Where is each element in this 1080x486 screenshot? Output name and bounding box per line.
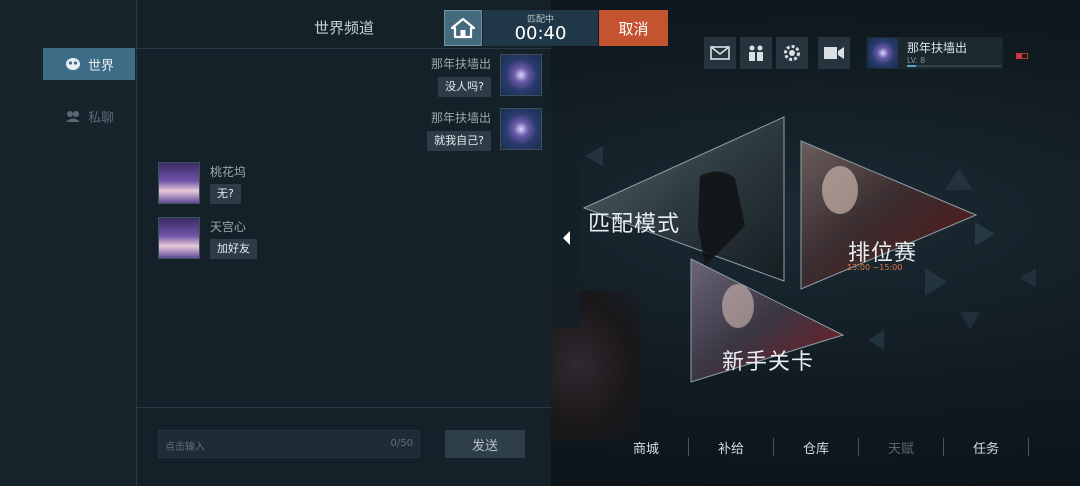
player-level: LV. 8 [907,56,926,65]
video-icon [824,47,844,59]
message-text: 无? [210,184,241,204]
tab-world[interactable]: 世界 [43,48,135,80]
player-name: 那年扶墙出 [907,41,968,55]
decor-triangle [960,312,980,330]
chat-title: 世界频道 [314,19,375,37]
match-timer: 匹配中 00:40 [483,10,598,46]
tab-label: 私聊 [87,110,114,126]
emblem-avatar[interactable] [500,54,542,96]
message-sender: 那年扶墙出 [430,57,491,71]
message-text: 没人吗? [438,77,491,97]
mode-schedule: 13:00 ~15:00 [847,263,903,272]
settings-icon [784,45,800,61]
message-sender: 天宫心 [210,220,247,234]
settings-button[interactable] [776,37,808,69]
video-button[interactable] [818,37,850,69]
chat-input-placeholder: 点击输入 [165,442,205,453]
home-button[interactable] [444,10,482,46]
matchmaking-bar: 匹配中 00:40 取消 [444,10,668,46]
cancel-button[interactable]: 取消 [599,10,668,46]
girl-avatar[interactable] [158,217,200,259]
emblem-avatar[interactable] [500,108,542,150]
mode-tutorial[interactable]: 新手关卡 [690,258,845,383]
friends-icon [749,45,763,61]
nav-warehouse[interactable]: 仓库 [774,438,858,457]
decor-triangle [1020,268,1036,288]
nav-talent[interactable]: 天赋 [859,438,943,457]
mode-label: 匹配模式 [588,212,681,237]
mail-icon [710,46,730,60]
tab-private-chat[interactable]: 私聊 [43,100,135,132]
message-sender: 那年扶墙出 [430,111,491,125]
xp-bar-fill [907,65,917,67]
player-avatar [868,38,898,68]
decor-triangle [868,330,884,350]
channel-tab-column: 世界 私聊 [0,0,137,486]
collapse-chat-button[interactable] [551,148,580,328]
char-counter: 0/50 [390,438,413,449]
send-button[interactable]: 发送 [445,430,525,458]
girl-avatar[interactable] [158,162,200,204]
nav-supply[interactable]: 补给 [689,438,773,457]
private-chat-icon [65,111,80,122]
world-icon [65,58,80,70]
chat-input[interactable]: 点击输入 0/50 [158,430,420,458]
match-time: 00:40 [514,23,567,44]
home-icon [450,17,476,39]
mode-label: 新手关卡 [722,350,815,375]
chat-panel: 世界频道 那年扶墙出 没人吗? 那年扶墙出 就我自己? 桃花坞 无? 天宫心 加… [137,0,551,486]
mail-button[interactable] [704,37,736,69]
player-info[interactable]: 那年扶墙出 LV. 8 [866,37,1003,69]
friends-button[interactable] [740,37,772,69]
battery-icon [1016,53,1028,59]
message-sender: 桃花坞 [210,165,247,179]
chat-divider [137,407,551,408]
nav-shop[interactable]: 商城 [604,438,688,457]
nav-separator [1028,438,1029,456]
tab-label: 世界 [87,58,114,74]
message-text: 就我自己? [427,131,491,151]
chevron-left-icon [562,231,570,245]
xp-bar [907,65,1001,67]
decor-triangle [975,222,995,246]
nav-tasks[interactable]: 任务 [944,438,1028,457]
message-text: 加好友 [210,239,257,259]
